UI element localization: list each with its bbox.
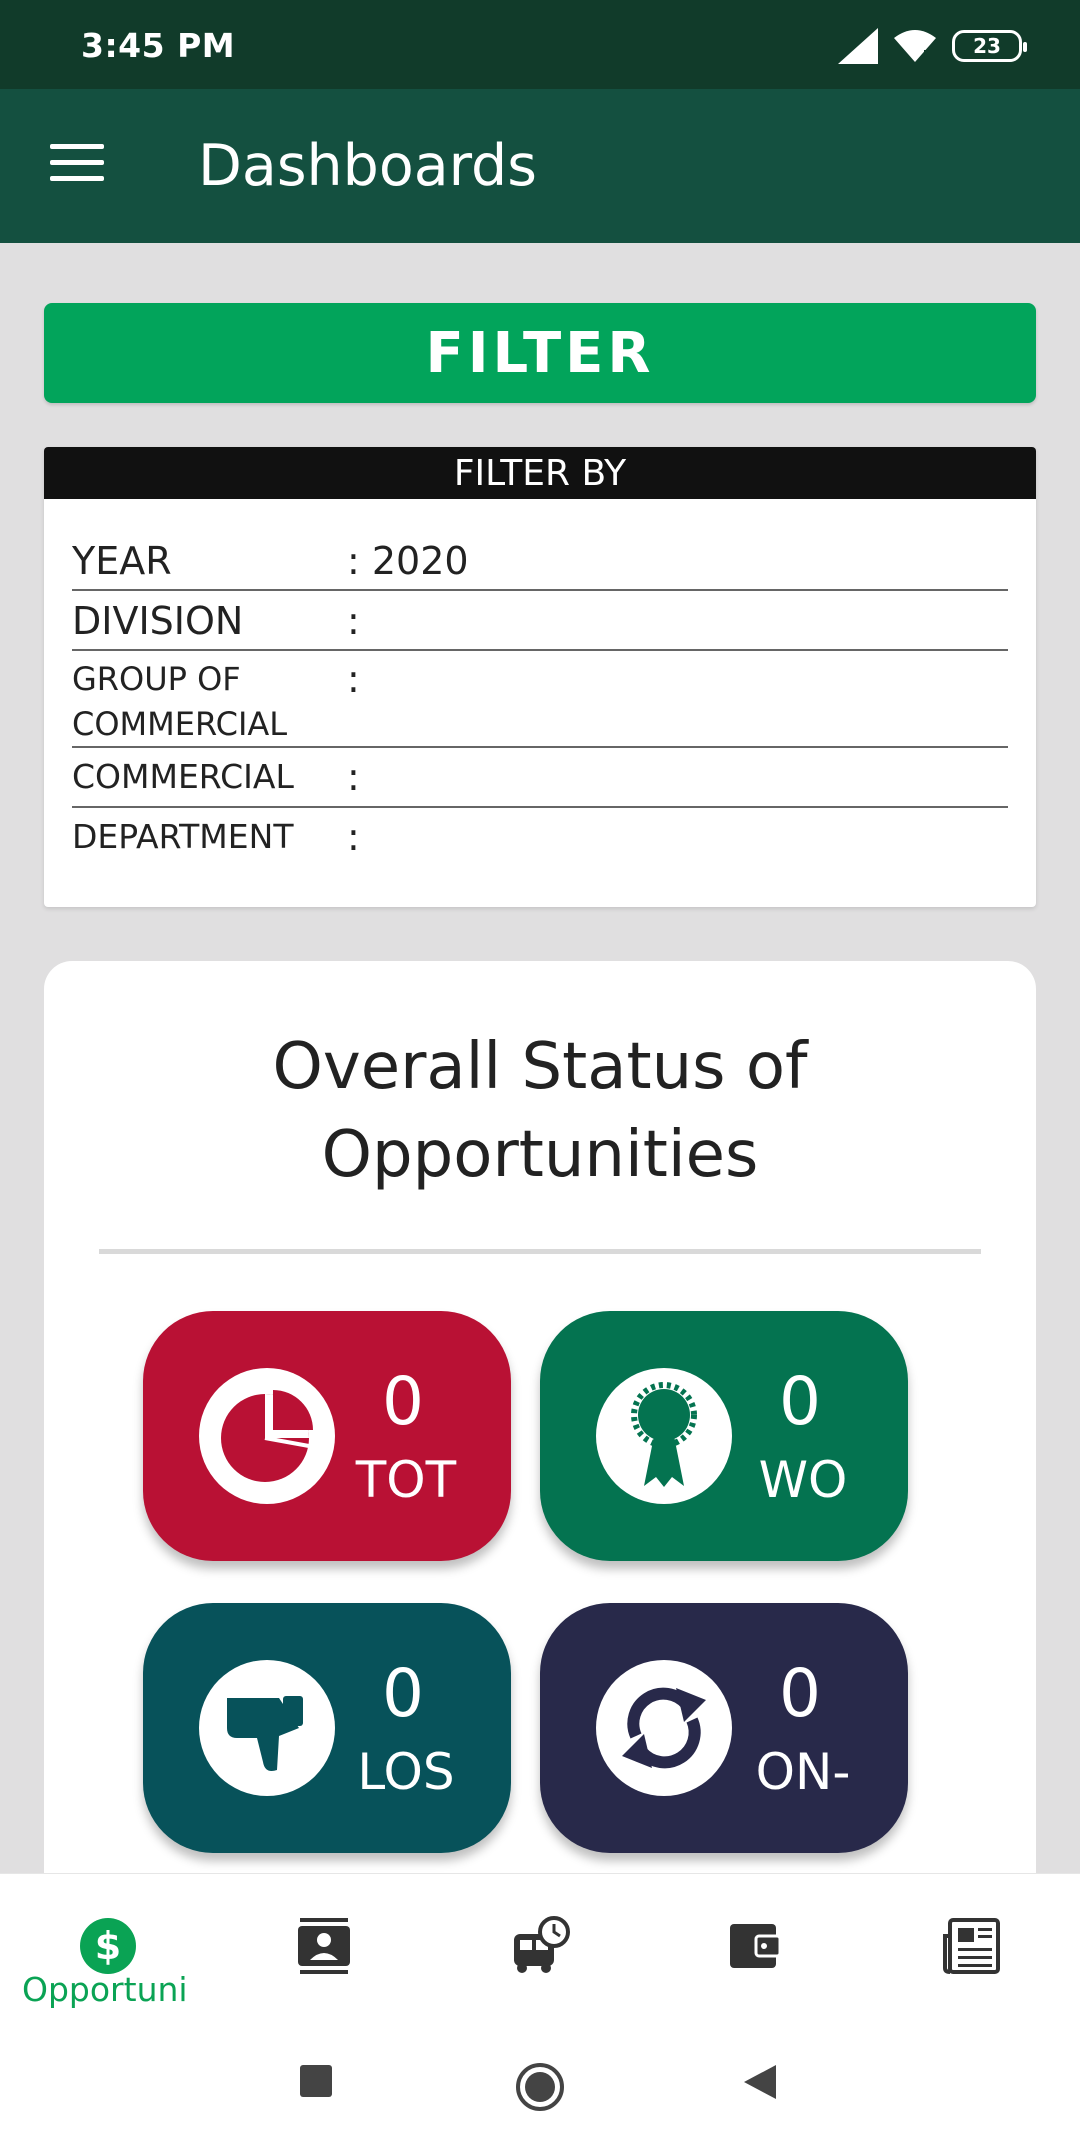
- contact-card-icon: [298, 1918, 350, 1974]
- wifi-icon: [894, 30, 936, 62]
- filter-value: : 2020: [347, 539, 469, 583]
- newspaper-icon: [943, 1918, 1000, 1974]
- tile-count: 0: [779, 1363, 821, 1440]
- won-opportunities-tile[interactable]: 0 WO: [540, 1311, 908, 1561]
- filter-key: DEPARTMENT: [72, 817, 294, 856]
- tile-count: 0: [382, 1363, 424, 1440]
- divider: [99, 1249, 981, 1254]
- nav-item-contacts[interactable]: [216, 1874, 432, 2028]
- filter-rows: YEAR : 2020 DIVISION : GROUP OF COMMERCI…: [72, 531, 1008, 868]
- pie-chart-icon: [199, 1368, 335, 1504]
- tile-label: LOS: [357, 1743, 455, 1801]
- battery-level: 23: [973, 34, 1001, 58]
- filter-row-year: YEAR : 2020: [72, 531, 1008, 591]
- filter-card: FILTER BY YEAR : 2020 DIVISION : GROUP O…: [44, 447, 1036, 907]
- sync-icon: [596, 1660, 732, 1796]
- wallet-icon: [730, 1924, 782, 1968]
- page-title: Dashboards: [198, 133, 537, 199]
- filter-key: COMMERCIAL: [72, 757, 294, 796]
- recents-icon[interactable]: [298, 2063, 334, 2099]
- filter-row-department: DEPARTMENT :: [72, 808, 1008, 868]
- system-nav: [0, 2027, 1080, 2156]
- ongoing-opportunities-tile[interactable]: 0 ON-: [540, 1603, 908, 1853]
- back-icon[interactable]: [742, 2063, 778, 2101]
- status-icons: 23: [838, 28, 1027, 64]
- filter-key: DIVISION: [72, 599, 244, 643]
- total-opportunities-tile[interactable]: 0 TOT: [143, 1311, 511, 1561]
- filter-value: :: [347, 755, 360, 799]
- nav-item-news[interactable]: [864, 1874, 1080, 2028]
- thumbs-down-icon: [199, 1660, 335, 1796]
- filter-value: :: [347, 657, 360, 701]
- tile-count: 0: [779, 1655, 821, 1732]
- filter-row-group-of-commercial: GROUP OF COMMERCIAL :: [72, 651, 1008, 748]
- home-icon[interactable]: [514, 2061, 566, 2113]
- status-time: 3:45 PM: [81, 26, 236, 65]
- nav-label: Opportuni: [22, 1970, 188, 2009]
- bus-clock-icon: [514, 1916, 570, 1973]
- tile-count: 0: [382, 1655, 424, 1732]
- tile-label: WO: [758, 1451, 848, 1509]
- nav-item-wallet[interactable]: [648, 1874, 864, 2028]
- hamburger-menu-icon[interactable]: [50, 144, 104, 188]
- nav-item-transport[interactable]: [432, 1874, 648, 2028]
- status-bar: 3:45 PM 23: [0, 0, 1080, 89]
- filter-key: GROUP OF COMMERCIAL: [72, 660, 288, 743]
- filter-header: FILTER BY: [44, 447, 1036, 499]
- tile-label: ON-: [755, 1743, 851, 1801]
- signal-icon: [838, 28, 878, 64]
- filter-button[interactable]: FILTER: [44, 303, 1036, 403]
- filter-value: :: [347, 599, 360, 643]
- filter-row-commercial: COMMERCIAL :: [72, 748, 1008, 808]
- battery-icon: 23: [952, 30, 1027, 62]
- bottom-nav: $ Opportuni: [0, 1873, 1080, 2027]
- award-ribbon-icon: [596, 1368, 732, 1504]
- filter-key: YEAR: [72, 539, 172, 583]
- app-bar: Dashboards: [0, 89, 1080, 243]
- tile-label: TOT: [355, 1451, 457, 1509]
- status-card: Overall Status of Opportunities 0 TOT 0 …: [44, 961, 1036, 1901]
- lost-opportunities-tile[interactable]: 0 LOS: [143, 1603, 511, 1853]
- dollar-circle-icon: $: [80, 1918, 136, 1974]
- svg-text:$: $: [95, 1924, 121, 1968]
- nav-item-opportunities[interactable]: $ Opportuni: [0, 1874, 216, 2028]
- filter-row-division: DIVISION :: [72, 591, 1008, 651]
- filter-value: :: [347, 815, 360, 859]
- status-card-title: Overall Status of Opportunities: [272, 1030, 808, 1192]
